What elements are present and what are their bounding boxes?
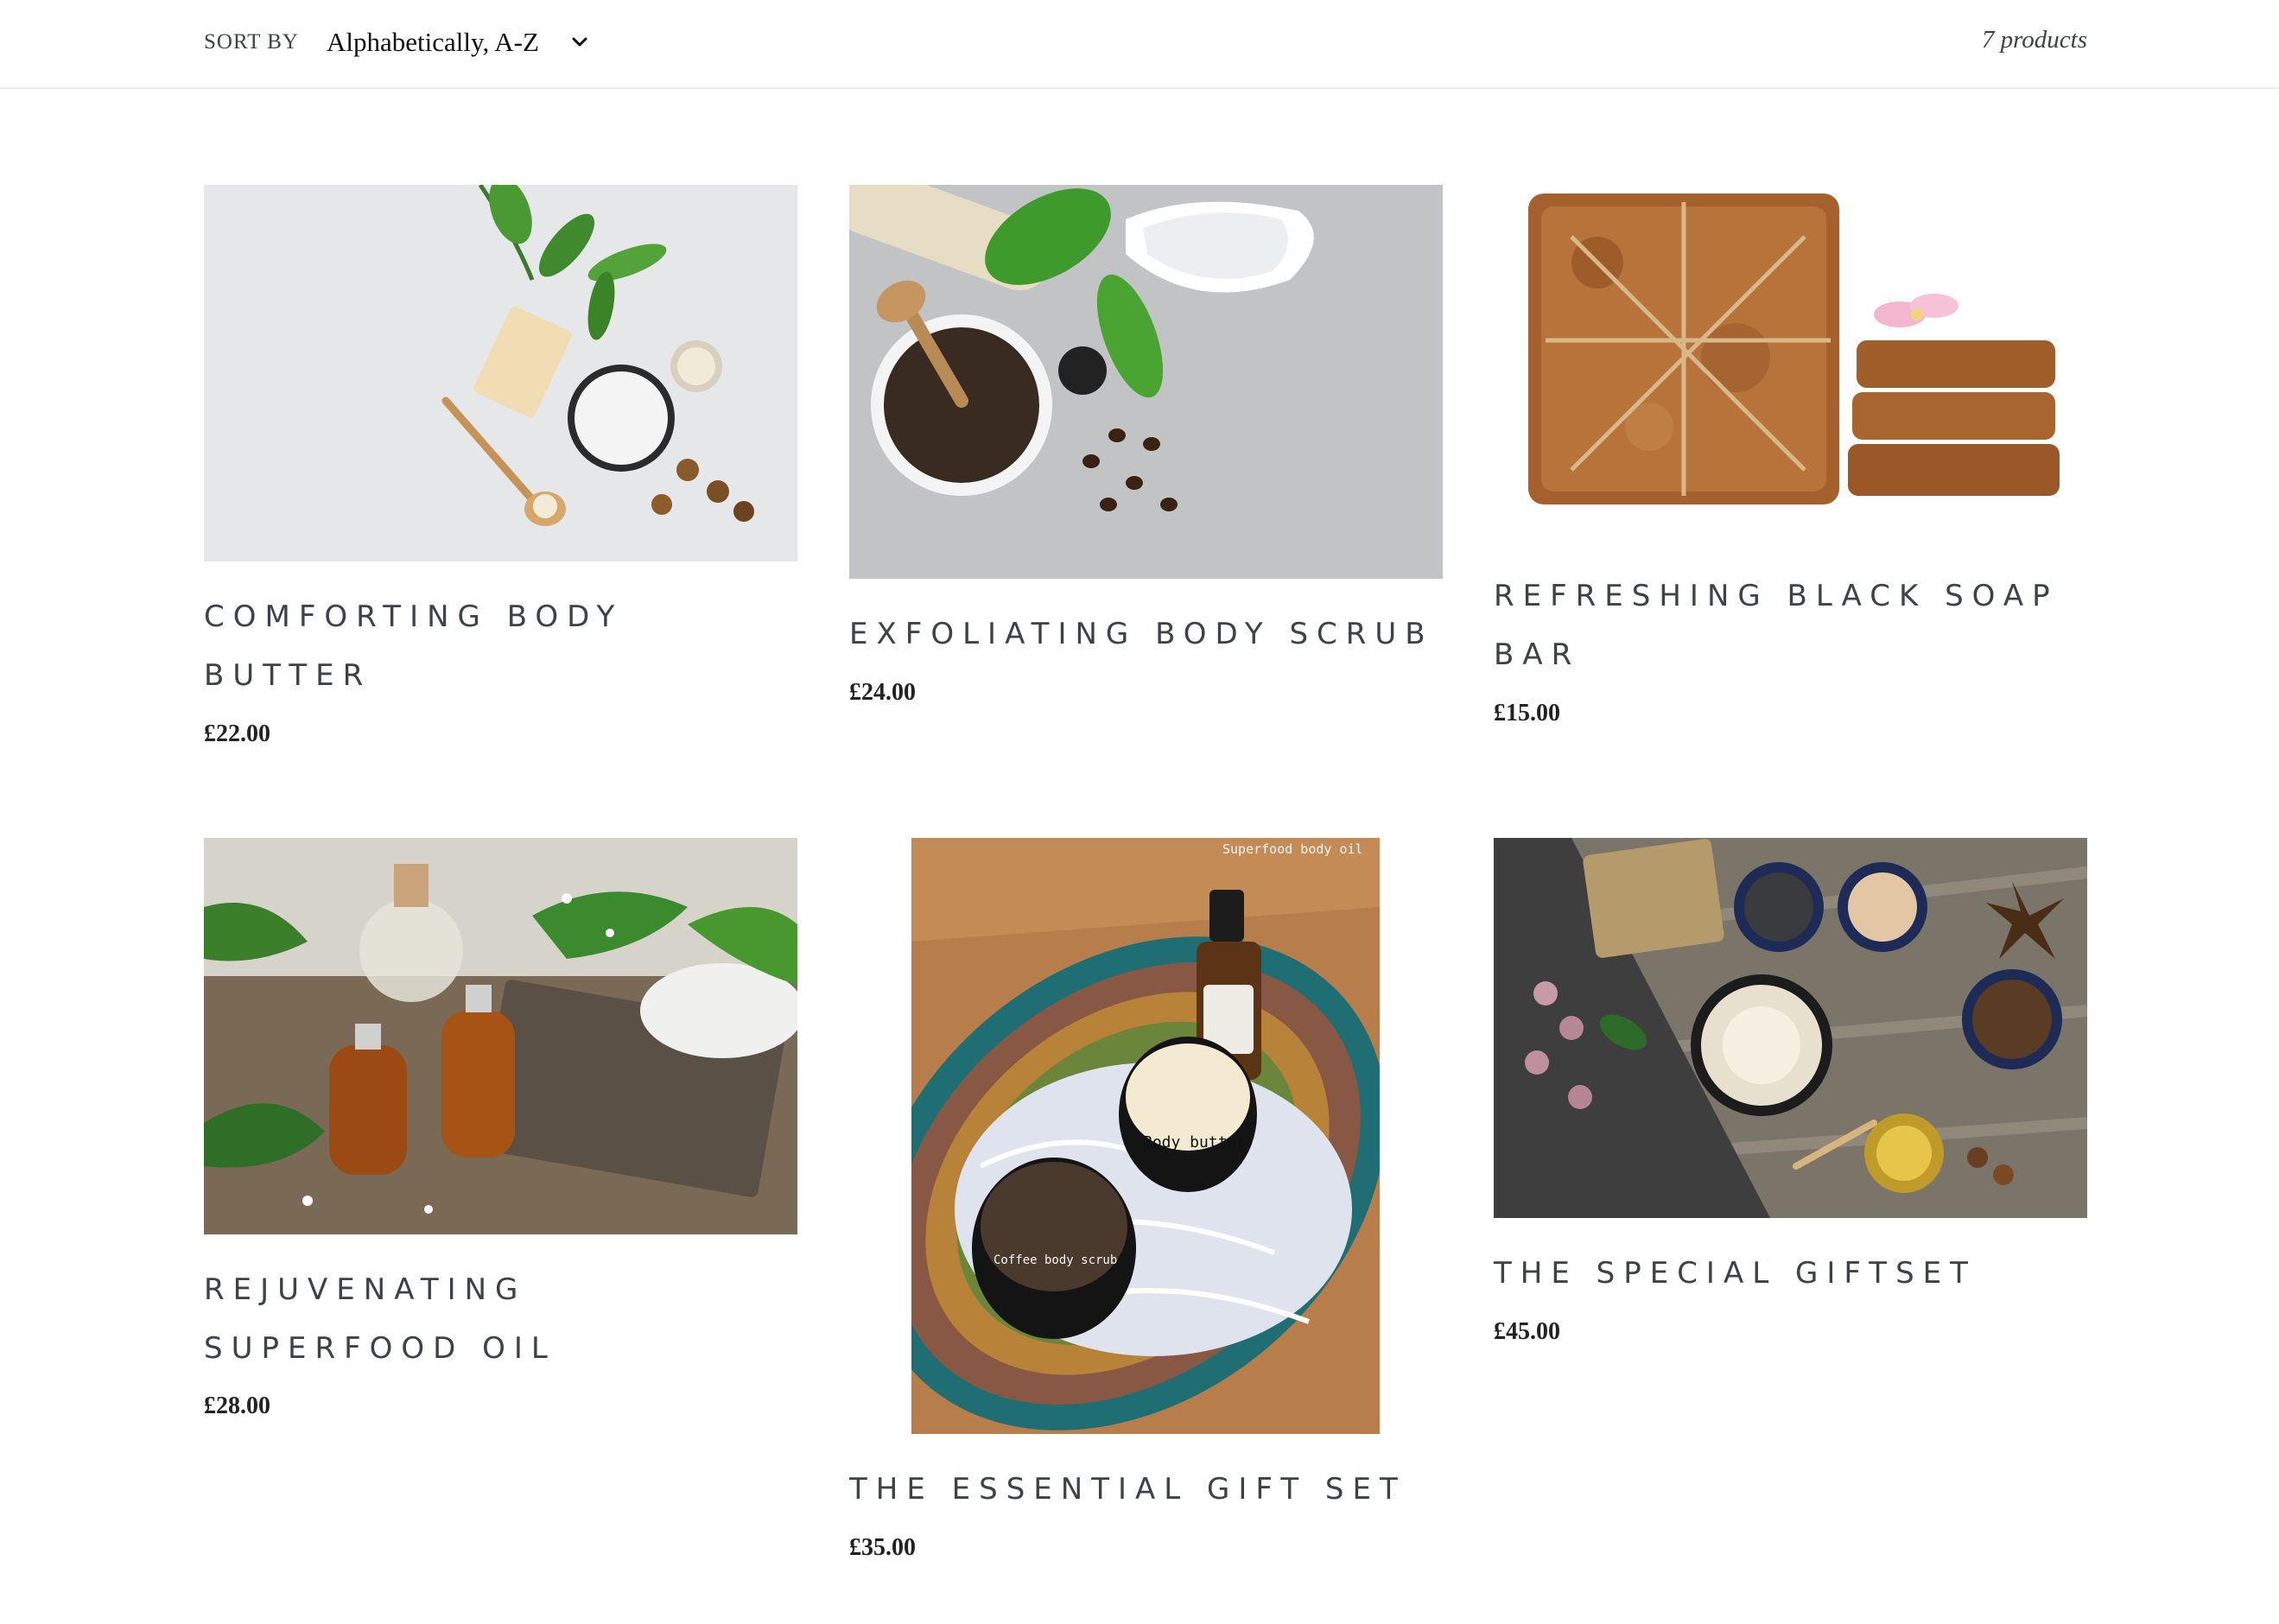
product-price: £15.00 (1494, 700, 1560, 726)
product-title[interactable]: THE ESSENTIAL GIFT SET (849, 1460, 1443, 1519)
product-image-special-giftset[interactable] (1494, 838, 2087, 1218)
sort-by-value: Alphabetically, A-Z (327, 27, 539, 57)
product-price: £22.00 (204, 720, 270, 747)
chevron-down-icon (572, 37, 587, 47)
product-card[interactable]: Superfood body oil Body butter Coffee bo… (849, 838, 1443, 1572)
product-title[interactable]: REFRESHING BLACK SOAP BAR (1494, 567, 2087, 684)
product-title[interactable]: REJUVENATING SUPERFOOD OIL (204, 1260, 797, 1378)
oil-image-label: Superfood body oil (1222, 841, 1363, 857)
product-card[interactable]: THE SPECIAL GIFTSET £45.00 (1494, 838, 2087, 1356)
product-card[interactable]: EXFOLIATING BODY SCRUB £24.00 (849, 185, 1443, 720)
collection-toolbar: SORT BY Alphabetically, A-Z 7 products (0, 0, 2279, 89)
product-count: 7 products (1981, 26, 2087, 54)
sort-by-select[interactable]: Alphabetically, A-Z (327, 22, 591, 62)
product-card[interactable]: COMFORTING BODY BUTTER £22.00 (204, 185, 797, 772)
product-image-essential-gift-set[interactable]: Superfood body oil Body butter Coffee bo… (911, 838, 1380, 1434)
butter-image-label: Body butter (1143, 1133, 1246, 1151)
scrub-image-label: Coffee body scrub (993, 1253, 1117, 1267)
product-title[interactable]: THE SPECIAL GIFTSET (1494, 1244, 2087, 1303)
product-image-superfood-oil[interactable] (204, 838, 797, 1234)
product-card[interactable]: REJUVENATING SUPERFOOD OIL £28.00 (204, 838, 797, 1443)
product-price: £24.00 (849, 679, 916, 706)
product-price: £28.00 (204, 1392, 270, 1419)
product-image-body-butter[interactable] (204, 185, 797, 561)
product-image-body-scrub[interactable] (849, 185, 1443, 579)
product-image-black-soap[interactable] (1494, 185, 2087, 541)
product-title[interactable]: COMFORTING BODY BUTTER (204, 587, 797, 705)
product-price: £35.00 (849, 1534, 916, 1561)
product-title[interactable]: EXFOLIATING BODY SCRUB (849, 605, 1443, 663)
product-price: £45.00 (1494, 1318, 1560, 1345)
product-card[interactable]: REFRESHING BLACK SOAP BAR £15.00 (1494, 185, 2087, 746)
sort-by-label: SORT BY (204, 30, 299, 54)
